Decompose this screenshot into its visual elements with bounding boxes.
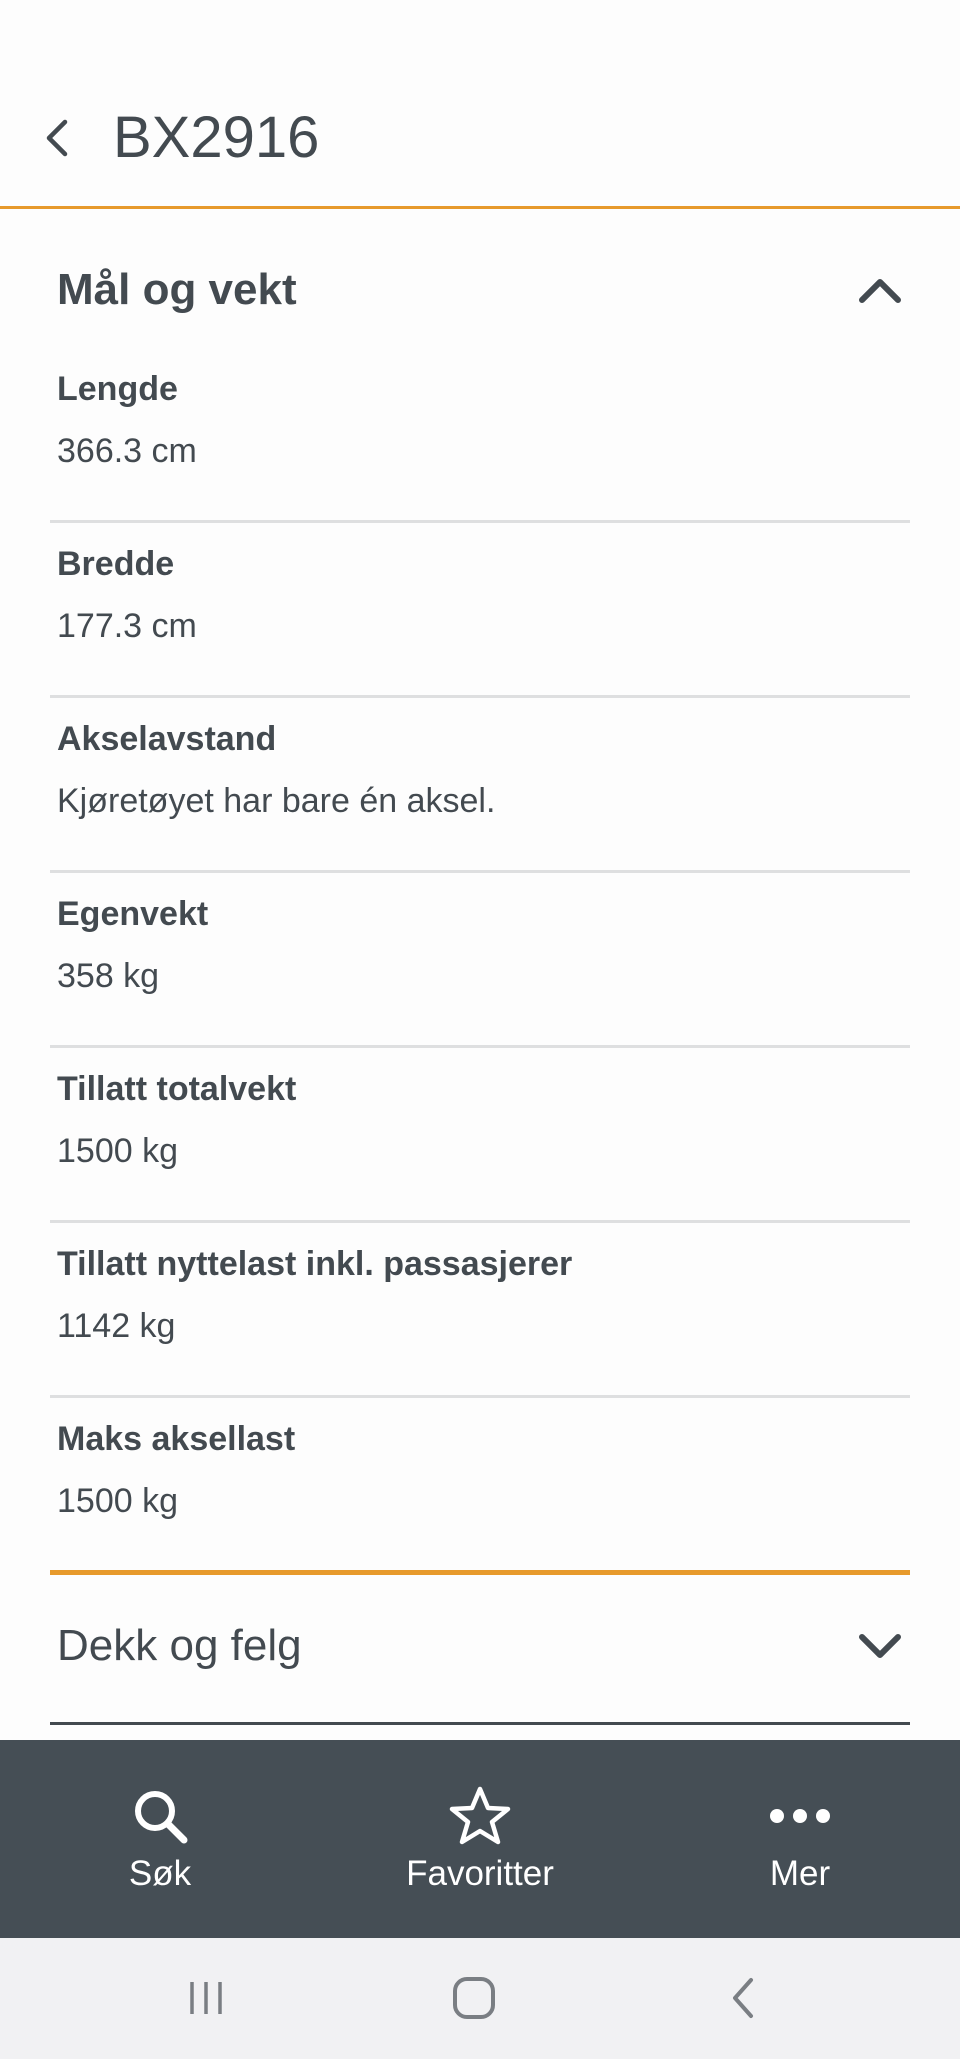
spec-label: Tillatt totalvekt bbox=[57, 1070, 297, 1108]
section-header-mal-og-vekt[interactable]: Mål og vekt bbox=[57, 250, 910, 330]
spec-row-tillatt-totalvekt: Tillatt totalvekt 1500 kg bbox=[50, 1048, 910, 1223]
chevron-down-icon bbox=[850, 1616, 910, 1676]
spec-label: Tillatt nyttelast inkl. passasjerer bbox=[57, 1245, 573, 1283]
section-title: Dekk og felg bbox=[57, 1621, 302, 1670]
spec-row-tillatt-nyttelast: Tillatt nyttelast inkl. passasjerer 1142… bbox=[50, 1223, 910, 1398]
spec-list: Lengde 366.3 cm Bredde 177.3 cm Akselavs… bbox=[50, 348, 910, 1575]
spec-value: 1142 kg bbox=[57, 1307, 176, 1345]
spec-row-akselavstand: Akselavstand Kjøretøyet har bare én akse… bbox=[50, 698, 910, 873]
spec-value: 1500 kg bbox=[57, 1132, 178, 1170]
more-dots-icon bbox=[768, 1784, 832, 1848]
nav-item-sok[interactable]: Søk bbox=[0, 1740, 320, 1938]
spec-row-egenvekt: Egenvekt 358 kg bbox=[50, 873, 910, 1048]
nav-label: Søk bbox=[128, 1854, 192, 1893]
section-title: Mål og vekt bbox=[57, 265, 297, 314]
home-icon[interactable] bbox=[434, 1966, 514, 2030]
spec-row-lengde: Lengde 366.3 cm bbox=[50, 348, 910, 523]
spec-value: 1500 kg bbox=[57, 1482, 178, 1520]
spec-value: 358 kg bbox=[57, 957, 160, 995]
spec-value: 366.3 cm bbox=[57, 432, 197, 470]
spec-label: Bredde bbox=[57, 545, 175, 583]
back-button[interactable] bbox=[28, 96, 84, 180]
nav-label: Mer bbox=[769, 1854, 831, 1893]
system-back-icon[interactable] bbox=[702, 1966, 782, 2030]
chevron-left-icon bbox=[46, 119, 68, 157]
nav-label: Favoritter bbox=[406, 1854, 554, 1893]
chevron-up-icon bbox=[850, 260, 910, 320]
app-header: BX2916 bbox=[0, 70, 960, 209]
status-bar bbox=[0, 0, 960, 70]
spec-row-bredde: Bredde 177.3 cm bbox=[50, 523, 910, 698]
spec-label: Lengde bbox=[57, 370, 178, 408]
search-icon bbox=[130, 1784, 190, 1848]
spec-row-maks-aksellast: Maks aksellast 1500 kg bbox=[50, 1398, 910, 1575]
section-header-dekk-og-felg[interactable]: Dekk og felg bbox=[57, 1606, 910, 1686]
star-icon bbox=[448, 1784, 512, 1848]
spec-label: Akselavstand bbox=[57, 720, 277, 758]
page-title: BX2916 bbox=[113, 105, 320, 170]
spec-label: Maks aksellast bbox=[57, 1420, 296, 1458]
recent-apps-icon[interactable] bbox=[166, 1966, 246, 2030]
nav-item-favoritter[interactable]: Favoritter bbox=[320, 1740, 640, 1938]
spec-label: Egenvekt bbox=[57, 895, 209, 933]
spec-value: Kjøretøyet har bare én aksel. bbox=[57, 782, 496, 820]
nav-item-mer[interactable]: Mer bbox=[640, 1740, 960, 1938]
system-navigation-bar bbox=[0, 1938, 960, 2059]
section-divider bbox=[50, 1722, 910, 1725]
spec-value: 177.3 cm bbox=[57, 607, 197, 645]
bottom-navigation: Søk Favoritter Mer bbox=[0, 1740, 960, 1938]
